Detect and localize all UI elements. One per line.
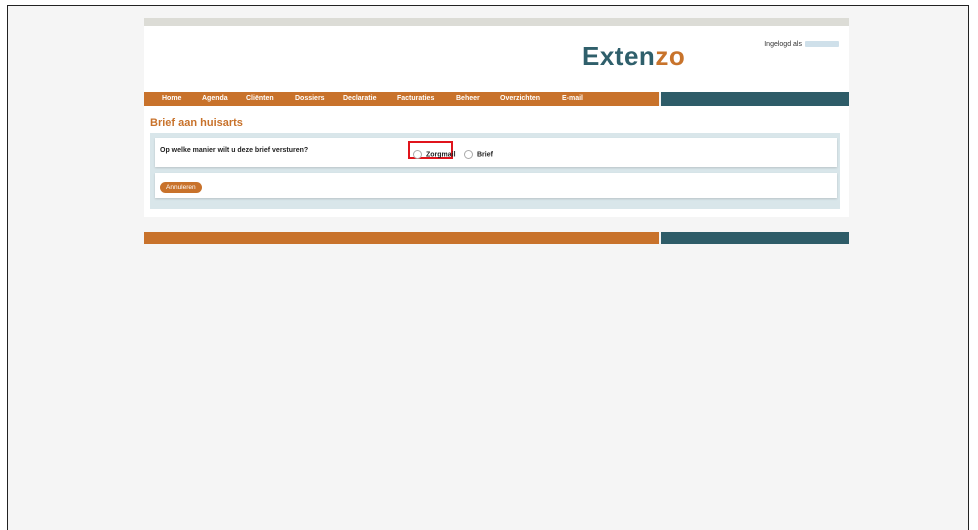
- footer: [144, 232, 849, 244]
- nav-row: Home Agenda Cliënten Dossiers Declaratie…: [144, 92, 849, 106]
- question-label: Op welke manier wilt u deze brief verstu…: [160, 147, 309, 154]
- main-nav: Home Agenda Cliënten Dossiers Declaratie…: [144, 92, 659, 106]
- page-title: Brief aan huisarts: [150, 117, 243, 129]
- footer-bar-teal: [661, 232, 849, 244]
- login-label: Ingelogd als: [764, 41, 802, 48]
- main-content: Brief aan huisarts Op welke manier wilt …: [144, 106, 849, 217]
- nav-item-facturaties[interactable]: Facturaties: [397, 92, 434, 106]
- brief-label: Brief: [477, 151, 493, 159]
- nav-item-email[interactable]: E-mail: [562, 92, 583, 106]
- extenzo-logo[interactable]: Extenzo: [582, 41, 685, 72]
- zorgmail-label: Zorgmail: [426, 151, 456, 159]
- app-container: Extenzo Ingelogd als Home Agenda Cliënte…: [144, 18, 849, 244]
- nav-item-overzichten[interactable]: Overzichten: [500, 92, 540, 106]
- button-row: Annuleren: [155, 173, 837, 198]
- logo-part-1: Exten: [582, 41, 656, 71]
- footer-bar-orange: [144, 232, 659, 244]
- option-brief[interactable]: Brief: [464, 150, 493, 159]
- login-status: Ingelogd als: [764, 41, 839, 48]
- nav-item-agenda[interactable]: Agenda: [202, 92, 228, 106]
- form-panel: Op welke manier wilt u deze brief verstu…: [150, 133, 840, 209]
- cancel-button[interactable]: Annuleren: [160, 182, 202, 193]
- nav-item-beheer[interactable]: Beheer: [456, 92, 480, 106]
- logo-part-2: zo: [655, 41, 686, 71]
- option-zorgmail[interactable]: Zorgmail: [413, 150, 456, 159]
- zorgmail-radio[interactable]: [413, 150, 422, 159]
- nav-item-dossiers[interactable]: Dossiers: [295, 92, 325, 106]
- nav-item-declaratie[interactable]: Declaratie: [343, 92, 376, 106]
- top-strip: [144, 18, 849, 26]
- brief-radio[interactable]: [464, 150, 473, 159]
- redacted-username: [805, 41, 839, 48]
- header: Extenzo Ingelogd als: [144, 26, 849, 92]
- question-row: Op welke manier wilt u deze brief verstu…: [155, 138, 837, 167]
- nav-side-bar: [661, 92, 849, 106]
- nav-item-home[interactable]: Home: [162, 92, 181, 106]
- nav-item-clienten[interactable]: Cliënten: [246, 92, 274, 106]
